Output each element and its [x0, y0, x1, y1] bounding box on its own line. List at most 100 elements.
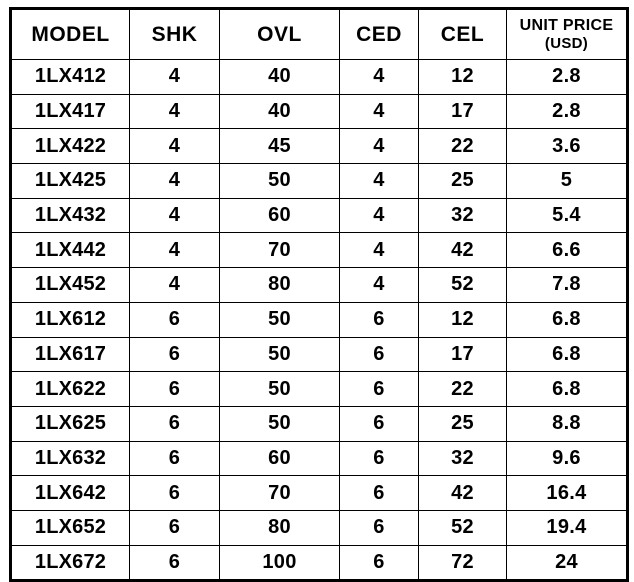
cell-ced: 6 [339, 544, 419, 582]
cell-ced: 4 [339, 197, 419, 234]
cell-cel: 22 [418, 371, 507, 407]
cell-ced: 4 [339, 128, 419, 165]
cell-model: 1LX642 [10, 475, 130, 511]
table-row: 1LX642 6 70 6 42 16.4 [10, 475, 628, 511]
cell-cel: 32 [418, 197, 507, 234]
cell-ced: 6 [339, 440, 419, 477]
cell-price: 7.8 [506, 267, 628, 303]
column-header-unit-price: UNIT PRICE (USD) [506, 8, 628, 60]
cell-cel: 12 [418, 301, 507, 338]
cell-shk: 4 [129, 197, 220, 234]
cell-model: 1LX432 [10, 197, 130, 234]
cell-shk: 6 [129, 301, 220, 338]
cell-model: 1LX652 [10, 509, 130, 546]
cell-ovl: 50 [219, 405, 340, 442]
cell-cel: 25 [418, 163, 507, 199]
cell-model: 1LX442 [10, 232, 130, 269]
cell-ced: 4 [339, 93, 419, 130]
column-header-shk: SHK [129, 8, 220, 60]
table-row: 1LX617 6 50 6 17 6.8 [10, 336, 628, 373]
cell-ovl: 80 [219, 267, 340, 303]
cell-price: 19.4 [506, 509, 628, 546]
cell-ovl: 50 [219, 336, 340, 373]
cell-model: 1LX422 [10, 128, 130, 165]
cell-cel: 12 [418, 59, 507, 95]
table-row: 1LX412 4 40 4 12 2.8 [10, 59, 628, 95]
table-row: 1LX417 4 40 4 17 2.8 [10, 93, 628, 130]
cell-ovl: 50 [219, 163, 340, 199]
table-row: 1LX632 6 60 6 32 9.6 [10, 440, 628, 477]
cell-price: 5.4 [506, 197, 628, 234]
cell-ced: 6 [339, 405, 419, 442]
table-row: 1LX442 4 70 4 42 6.6 [10, 232, 628, 269]
cell-price: 16.4 [506, 475, 628, 511]
cell-ovl: 70 [219, 475, 340, 511]
cell-ced: 6 [339, 509, 419, 546]
cell-model: 1LX612 [10, 301, 130, 338]
cell-model: 1LX625 [10, 405, 130, 442]
table-header: MODEL SHK OVL CED CEL UNIT PRICE (USD) [10, 8, 628, 60]
cell-price: 5 [506, 163, 628, 199]
table-row: 1LX425 4 50 4 25 5 [10, 163, 628, 199]
table-row: 1LX452 4 80 4 52 7.8 [10, 267, 628, 303]
cell-shk: 4 [129, 59, 220, 95]
cell-cel: 17 [418, 93, 507, 130]
cell-model: 1LX425 [10, 163, 130, 199]
cell-model: 1LX617 [10, 336, 130, 373]
cell-ovl: 60 [219, 197, 340, 234]
cell-price: 24 [506, 544, 628, 582]
cell-model: 1LX632 [10, 440, 130, 477]
table-row: 1LX622 6 50 6 22 6.8 [10, 371, 628, 407]
cell-ovl: 80 [219, 509, 340, 546]
cell-ced: 4 [339, 163, 419, 199]
column-header-cel: CEL [418, 8, 507, 60]
table-body: 1LX412 4 40 4 12 2.8 1LX417 4 40 4 17 2.8 1LX422 4 45 4… [10, 59, 628, 582]
cell-shk: 4 [129, 163, 220, 199]
cell-model: 1LX622 [10, 371, 130, 407]
cell-model: 1LX672 [10, 544, 130, 582]
cell-model: 1LX452 [10, 267, 130, 303]
cell-ced: 4 [339, 267, 419, 303]
cell-cel: 72 [418, 544, 507, 582]
cell-shk: 6 [129, 371, 220, 407]
table-header-row: MODEL SHK OVL CED CEL UNIT PRICE (USD) [10, 8, 628, 60]
table-row: 1LX652 6 80 6 52 19.4 [10, 509, 628, 546]
cell-price: 2.8 [506, 93, 628, 130]
column-header-unit-price-currency: (USD) [544, 35, 589, 53]
column-header-model: MODEL [10, 8, 130, 60]
column-header-unit-price-line1: UNIT PRICE [519, 16, 614, 34]
cell-ced: 6 [339, 301, 419, 338]
cell-ced: 4 [339, 232, 419, 269]
cell-model: 1LX417 [10, 93, 130, 130]
cell-price: 9.6 [506, 440, 628, 477]
table-row: 1LX422 4 45 4 22 3.6 [10, 128, 628, 165]
cell-model: 1LX412 [10, 59, 130, 95]
cell-cel: 22 [418, 128, 507, 165]
cell-price: 8.8 [506, 405, 628, 442]
cell-price: 6.8 [506, 336, 628, 373]
table-row: 1LX672 6 100 6 72 24 [10, 544, 628, 582]
cell-ced: 6 [339, 336, 419, 373]
cell-price: 2.8 [506, 59, 628, 95]
cell-ovl: 50 [219, 371, 340, 407]
cell-price: 6.8 [506, 301, 628, 338]
cell-ced: 6 [339, 371, 419, 407]
column-header-ced: CED [339, 8, 419, 60]
cell-shk: 4 [129, 128, 220, 165]
table-row: 1LX612 6 50 6 12 6.8 [10, 301, 628, 338]
cell-cel: 52 [418, 509, 507, 546]
table-row: 1LX625 6 50 6 25 8.8 [10, 405, 628, 442]
cell-cel: 52 [418, 267, 507, 303]
cell-ovl: 40 [219, 93, 340, 130]
cell-shk: 6 [129, 440, 220, 477]
cell-cel: 42 [418, 475, 507, 511]
product-spec-table: MODEL SHK OVL CED CEL UNIT PRICE (USD) 1… [9, 7, 629, 582]
cell-shk: 6 [129, 544, 220, 582]
cell-cel: 42 [418, 232, 507, 269]
cell-price: 3.6 [506, 128, 628, 165]
cell-price: 6.8 [506, 371, 628, 407]
cell-ovl: 100 [219, 544, 340, 582]
cell-cel: 25 [418, 405, 507, 442]
cell-shk: 6 [129, 405, 220, 442]
cell-shk: 4 [129, 267, 220, 303]
